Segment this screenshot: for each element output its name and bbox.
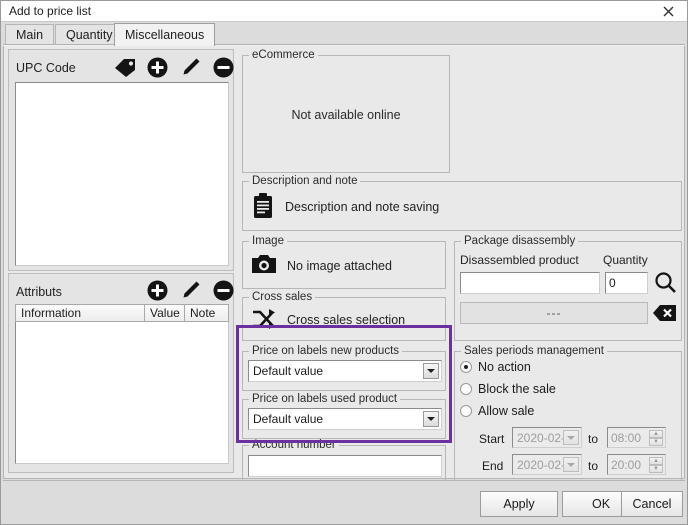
titlebar: Add to price list	[1, 1, 687, 22]
window-title: Add to price list	[9, 4, 92, 18]
price-labels-used-select[interactable]: Default value	[248, 408, 442, 430]
clipboard-icon	[252, 193, 274, 222]
ecommerce-status: Not available online	[291, 108, 401, 122]
radio-allow-sale-label: Allow sale	[478, 404, 535, 418]
description-text[interactable]: Description and note saving	[285, 200, 439, 214]
image-group: Image No image attached	[242, 235, 446, 289]
package-disassembly-group: Package disassembly Disassembled product…	[454, 235, 682, 341]
end-label: End	[482, 459, 504, 473]
tag-icon[interactable]	[114, 58, 136, 81]
upc-panel: UPC Code	[8, 49, 234, 271]
close-glyph	[663, 6, 673, 17]
edit-icon[interactable]	[180, 57, 201, 81]
disassembly-selection-button[interactable]: ---	[460, 302, 648, 324]
sales-periods-legend: Sales periods management	[461, 345, 607, 357]
disassembled-product-input[interactable]	[460, 272, 600, 294]
dialog-footer: Apply OK Cancel	[3, 480, 685, 523]
end-time-input[interactable]: 20:00 ▲ ▼	[607, 454, 666, 475]
start-time-stepper[interactable]: ▲ ▼	[649, 430, 663, 446]
end-to-label: to	[588, 459, 599, 473]
tab-page-miscellaneous: UPC Code Attributs Information Value Not…	[3, 45, 685, 485]
search-icon[interactable]	[654, 271, 677, 297]
image-legend: Image	[249, 235, 287, 247]
start-label: Start	[479, 432, 505, 446]
add-icon[interactable]	[147, 280, 168, 304]
tab-miscellaneous[interactable]: Miscellaneous	[114, 23, 216, 46]
image-text[interactable]: No image attached	[287, 259, 392, 273]
price-labels-new-value: Default value	[253, 364, 324, 378]
start-date-input[interactable]: 2020-02-13	[512, 427, 582, 448]
radio-no-action[interactable]: No action	[460, 360, 531, 374]
price-labels-used-legend: Price on labels used product	[249, 393, 401, 405]
tab-filler	[3, 44, 685, 46]
price-labels-new-group: Price on labels new products Default val…	[242, 345, 446, 391]
column-header-value[interactable]: Value	[145, 304, 185, 322]
dialog-window: Add to price list Main Quantity Miscella…	[0, 0, 688, 525]
description-legend: Description and note	[249, 175, 361, 187]
price-labels-new-select[interactable]: Default value	[248, 360, 442, 382]
start-time-value: 08:00	[611, 430, 642, 445]
radio-block-the-sale-label: Block the sale	[478, 382, 556, 396]
start-to-label: to	[588, 432, 599, 446]
column-header-note[interactable]: Note	[185, 304, 229, 322]
chevron-down-icon[interactable]	[423, 363, 439, 379]
radio-dot-icon	[460, 405, 472, 417]
ecommerce-group: eCommerce Not available online	[242, 49, 450, 173]
quantity-label: Quantity	[603, 253, 648, 267]
camera-icon	[252, 254, 276, 277]
cross-sales-text[interactable]: Cross sales selection	[287, 313, 405, 327]
attributes-table-header: Information Value Note	[15, 304, 229, 322]
quantity-input[interactable]: 0	[605, 272, 648, 294]
backspace-icon[interactable]	[653, 304, 677, 325]
radio-block-the-sale[interactable]: Block the sale	[460, 382, 556, 396]
start-time-input[interactable]: 08:00 ▲ ▼	[607, 427, 666, 448]
price-labels-used-value: Default value	[253, 412, 324, 426]
edit-icon[interactable]	[180, 280, 201, 304]
tab-strip: Main Quantity Miscellaneous	[3, 23, 685, 46]
attributes-panel: Attributs Information Value Note	[8, 273, 234, 473]
column-header-information[interactable]: Information	[15, 304, 145, 322]
attributes-label: Attributs	[16, 285, 62, 299]
account-number-group: Account number	[242, 439, 446, 485]
upc-code-label: UPC Code	[16, 61, 76, 75]
shuffle-icon	[252, 309, 276, 332]
tab-main[interactable]: Main	[5, 24, 55, 45]
price-labels-used-group: Price on labels used product Default val…	[242, 393, 446, 439]
chevron-down-icon[interactable]	[563, 457, 579, 472]
end-time-stepper[interactable]: ▲ ▼	[649, 457, 663, 473]
account-number-input[interactable]	[248, 455, 442, 477]
chevron-down-icon[interactable]	[423, 411, 439, 427]
chevron-down-icon[interactable]	[563, 430, 579, 445]
disassembled-product-label: Disassembled product	[460, 253, 579, 267]
cross-sales-group: Cross sales Cross sales selection	[242, 291, 446, 341]
remove-icon[interactable]	[213, 280, 234, 304]
cross-sales-legend: Cross sales	[249, 291, 316, 303]
radio-allow-sale[interactable]: Allow sale	[460, 404, 534, 418]
end-date-input[interactable]: 2020-02-14	[512, 454, 582, 475]
price-labels-new-legend: Price on labels new products	[249, 345, 403, 357]
end-time-value: 20:00	[611, 457, 642, 472]
radio-no-action-label: No action	[478, 360, 531, 374]
apply-button[interactable]: Apply	[480, 491, 558, 517]
add-icon[interactable]	[147, 57, 168, 81]
account-number-legend: Account number	[249, 439, 339, 451]
upc-code-list[interactable]	[15, 82, 229, 266]
ecommerce-legend: eCommerce	[249, 49, 318, 61]
attributes-table-body[interactable]	[15, 322, 229, 464]
cancel-button[interactable]: Cancel	[621, 491, 683, 517]
package-disassembly-legend: Package disassembly	[461, 235, 579, 247]
description-group: Description and note Description and not…	[242, 175, 682, 231]
remove-icon[interactable]	[213, 57, 234, 81]
sales-periods-group: Sales periods management No action Block…	[454, 345, 682, 485]
radio-dot-icon	[460, 383, 472, 395]
close-icon[interactable]	[655, 2, 681, 21]
radio-dot-icon	[460, 361, 472, 373]
